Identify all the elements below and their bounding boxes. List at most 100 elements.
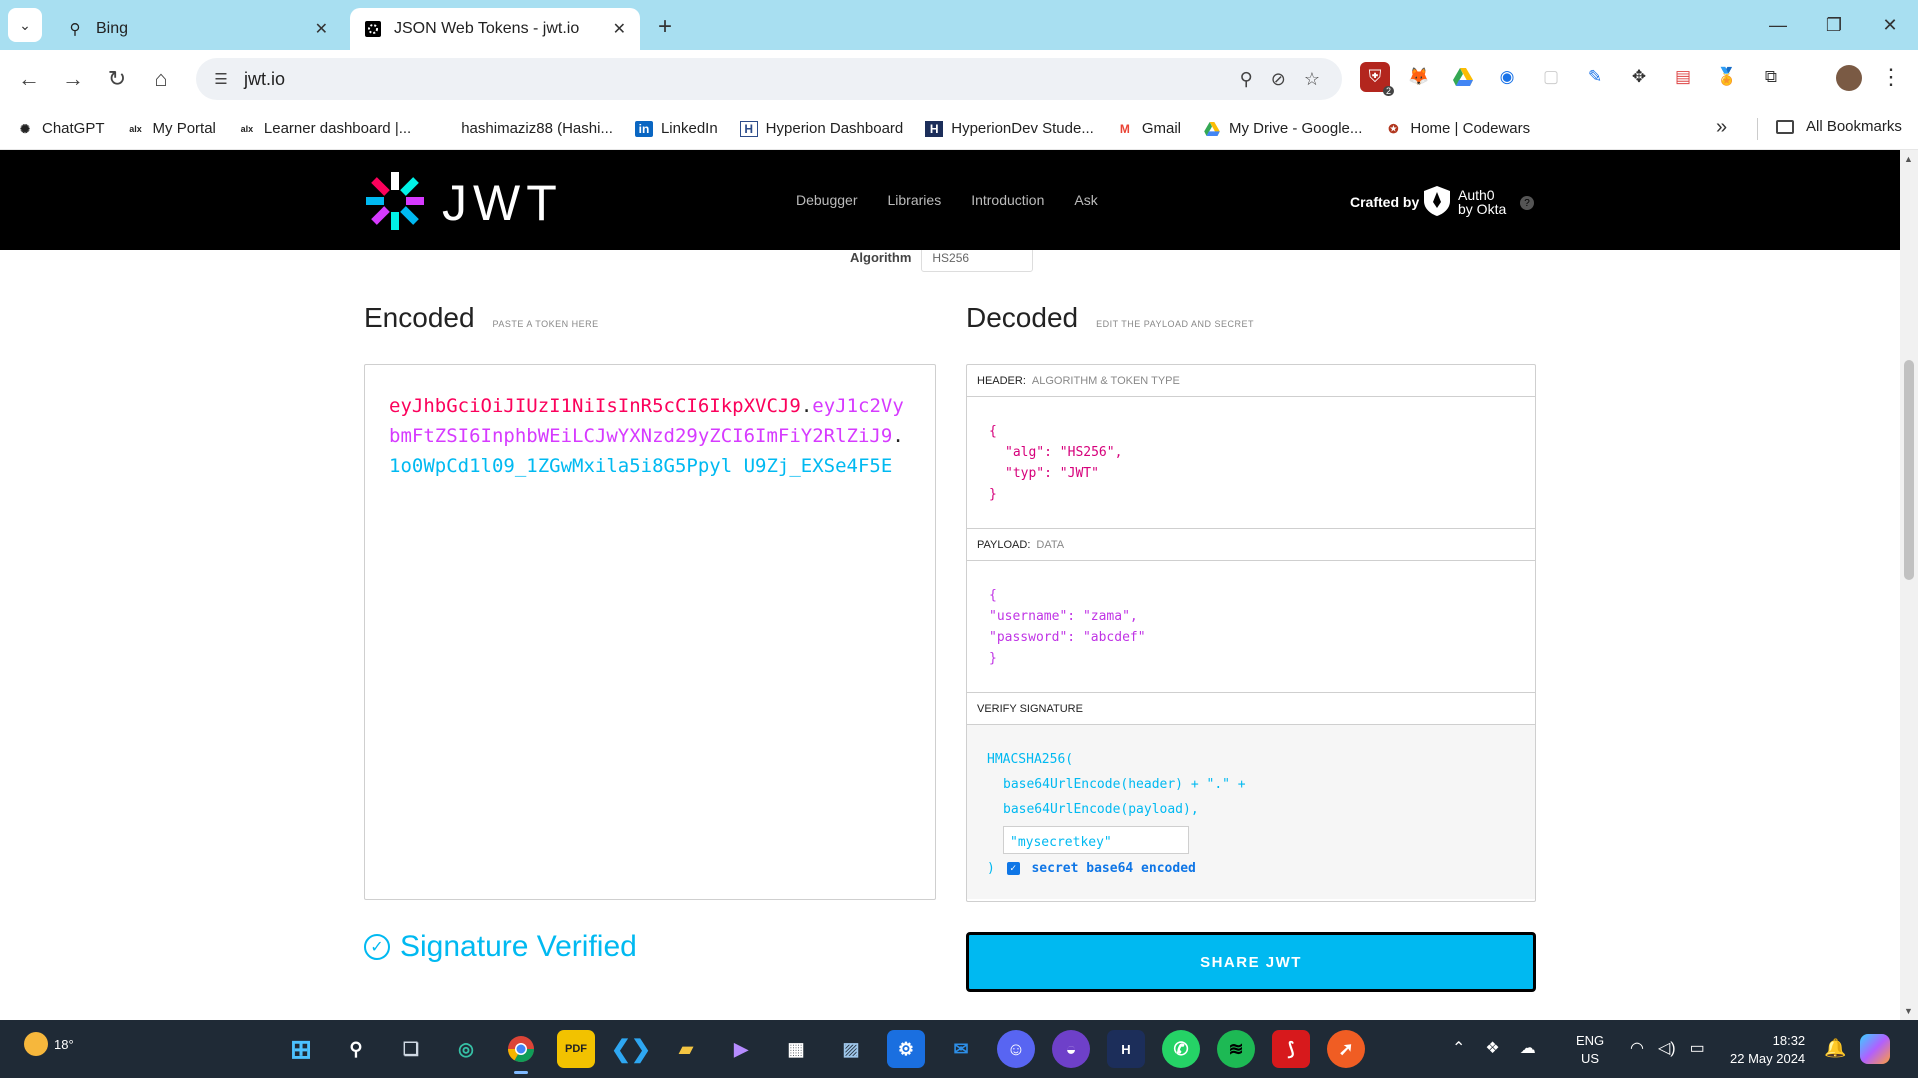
chevron-up-icon[interactable]: ⌃ — [1452, 1038, 1465, 1058]
nav-introduction[interactable]: Introduction — [971, 192, 1044, 208]
minimize-icon[interactable]: — — [1758, 10, 1798, 40]
profile-avatar[interactable] — [1836, 65, 1862, 91]
logo-wordmark[interactable]: JWT — [442, 174, 563, 232]
encoded-token-textarea[interactable]: eyJhbGciOiJIUzI1NiIsInR5cCI6IkpXVCJ9.eyJ… — [364, 364, 936, 900]
share-jwt-button[interactable]: SHARE JWT — [966, 932, 1536, 992]
edge-icon[interactable]: ◎ — [447, 1030, 485, 1068]
tab-title: JSON Web Tokens - jwt.io — [394, 20, 580, 37]
page-scrollbar[interactable]: ▲ ▼ — [1900, 150, 1918, 1020]
clipchamp-icon[interactable]: ▶ — [722, 1030, 760, 1068]
cloud-icon[interactable]: ☁ — [1520, 1038, 1536, 1058]
pdf-app-icon[interactable]: PDF — [557, 1030, 595, 1068]
reload-icon[interactable]: ↻ — [102, 64, 132, 94]
home-icon[interactable]: ⌂ — [146, 64, 176, 94]
nav-libraries[interactable]: Libraries — [888, 192, 942, 208]
blank-extension-icon[interactable]: ▢ — [1536, 62, 1566, 92]
bookmark-chatgpt[interactable]: ✺ ChatGPT — [16, 120, 105, 137]
auth0-shield-icon[interactable] — [1424, 186, 1450, 216]
tab-bing[interactable]: ⚲ Bing ✕ — [52, 8, 342, 50]
bookmark-hyperiondev-student[interactable]: H HyperionDev Stude... — [925, 120, 1094, 137]
bookmark-gmail[interactable]: M Gmail — [1116, 120, 1181, 137]
hyperion-app-icon[interactable]: H — [1107, 1030, 1145, 1068]
bookmark-codewars[interactable]: ✪ Home | Codewars — [1384, 120, 1530, 137]
weather-widget[interactable]: 18° — [24, 1032, 74, 1056]
bookmark-learner-dashboard[interactable]: alx Learner dashboard |... — [238, 120, 412, 137]
photos-icon[interactable]: ▨ — [832, 1030, 870, 1068]
language-indicator[interactable]: ENG US — [1576, 1032, 1604, 1068]
json-value: "JWT" — [1059, 466, 1099, 481]
window-close-icon[interactable]: ✕ — [1870, 10, 1910, 40]
copilot-icon[interactable] — [1860, 1034, 1890, 1064]
scroll-down-icon[interactable]: ▼ — [1904, 1006, 1913, 1016]
json-key: "username" — [989, 609, 1068, 624]
jwt-logo-icon[interactable] — [364, 170, 426, 232]
clock[interactable]: 18:32 22 May 2024 — [1730, 1032, 1805, 1068]
whatsapp-icon[interactable]: ✆ — [1162, 1030, 1200, 1068]
help-icon[interactable]: ? — [1520, 196, 1534, 210]
bookmark-label: Home | Codewars — [1410, 120, 1531, 137]
settings-gear-icon[interactable]: ⚙ — [887, 1030, 925, 1068]
auth0-brand[interactable]: Auth0 by Okta — [1458, 188, 1506, 216]
vscode-icon[interactable]: ❮❯ — [611, 1030, 651, 1068]
bookmark-linkedin[interactable]: in LinkedIn — [634, 120, 718, 137]
header-json-editor[interactable]: { "alg": "HS256", "typ": "JWT" } — [967, 397, 1535, 529]
back-icon[interactable]: ← — [14, 64, 44, 94]
menu-kebab-icon[interactable]: ⋮ — [1880, 64, 1902, 90]
restore-icon[interactable]: ❐ — [1814, 10, 1854, 40]
bookmark-label: Gmail — [1141, 120, 1181, 137]
star-icon[interactable]: ☆ — [1304, 69, 1320, 90]
file-explorer-icon[interactable]: ▰ — [667, 1030, 705, 1068]
chatgpt-icon: ✺ — [19, 121, 31, 136]
close-icon[interactable]: ✕ — [315, 19, 328, 39]
move-extension-icon[interactable]: ✥ — [1624, 62, 1654, 92]
new-tab-button[interactable]: + — [650, 12, 680, 42]
encoded-title: Encoded — [364, 302, 475, 333]
scroll-up-icon[interactable]: ▲ — [1904, 154, 1913, 164]
tab-jwt[interactable]: JSON Web Tokens - jwt.io ✕ — [350, 8, 640, 50]
tab-search-button[interactable]: ⌄ — [8, 8, 42, 42]
eye-off-icon[interactable]: ⊘ — [1271, 69, 1286, 90]
payload-json-editor[interactable]: { "username": "zama", "password": "abcde… — [967, 561, 1535, 693]
grammar-extension-icon[interactable]: ◉ — [1492, 62, 1522, 92]
outlook-icon[interactable]: ✉ — [942, 1030, 980, 1068]
discord-icon[interactable]: ☺ — [997, 1030, 1035, 1068]
postman-icon[interactable]: ➚ — [1327, 1030, 1365, 1068]
bookmark-my-portal[interactable]: alx My Portal — [127, 120, 216, 137]
close-icon[interactable]: ✕ — [613, 19, 626, 39]
all-bookmarks-button[interactable]: All Bookmarks — [1776, 118, 1902, 135]
dropbox-icon[interactable]: ❖ — [1485, 1038, 1499, 1058]
secret-input[interactable]: "mysecretkey" — [1003, 826, 1189, 854]
github-icon[interactable]: ◒ — [1052, 1030, 1090, 1068]
scroll-thumb[interactable] — [1904, 360, 1914, 580]
bookmark-my-drive[interactable]: My Drive - Google... — [1203, 120, 1362, 137]
secret-base64-checkbox[interactable]: ✓ — [1006, 862, 1020, 875]
url-text[interactable]: jwt.io — [244, 69, 1240, 90]
notification-bell-icon[interactable]: 🔔 — [1824, 1038, 1846, 1059]
pen-extension-icon[interactable]: ✎ — [1580, 62, 1610, 92]
wifi-icon: ◠ — [1630, 1040, 1644, 1057]
address-bar[interactable]: ☰ jwt.io ⚲ ⊘ ☆ — [196, 58, 1342, 100]
windows-start-icon[interactable]: ⊞ — [282, 1030, 320, 1068]
medal-extension-icon[interactable]: 🏅 — [1712, 62, 1742, 92]
extensions-puzzle-icon[interactable]: ⧉ — [1756, 62, 1786, 92]
language-line1: ENG — [1576, 1033, 1605, 1048]
task-view-icon[interactable]: ❏ — [392, 1030, 430, 1068]
google-drive-icon[interactable] — [1448, 62, 1478, 92]
microsoft-store-icon[interactable]: ▦ — [777, 1030, 815, 1068]
chrome-icon[interactable] — [502, 1030, 540, 1074]
acrobat-icon[interactable]: ⟆ — [1272, 1030, 1310, 1068]
nav-ask[interactable]: Ask — [1074, 192, 1097, 208]
status-icons[interactable]: ◠ ◁) ▭ — [1630, 1038, 1705, 1058]
zoom-icon[interactable]: ⚲ — [1240, 69, 1253, 90]
spotify-icon[interactable]: ≋ — [1217, 1030, 1255, 1068]
bookmark-hyperion-dashboard[interactable]: H Hyperion Dashboard — [739, 120, 903, 137]
nav-debugger[interactable]: Debugger — [796, 192, 858, 208]
forward-icon[interactable]: → — [58, 64, 88, 94]
bookmark-github[interactable]: hashimaziz88 (Hashi... — [461, 120, 613, 137]
shield-extension-icon[interactable]: ⛨ 2 — [1360, 62, 1394, 96]
metamask-icon[interactable]: 🦊 — [1404, 62, 1434, 92]
more-bookmarks-icon[interactable]: » — [1716, 116, 1727, 139]
search-icon[interactable]: ⚲ — [337, 1030, 375, 1068]
site-info-icon[interactable]: ☰ — [204, 70, 238, 88]
calendar-extension-icon[interactable]: ▤ — [1668, 62, 1698, 92]
